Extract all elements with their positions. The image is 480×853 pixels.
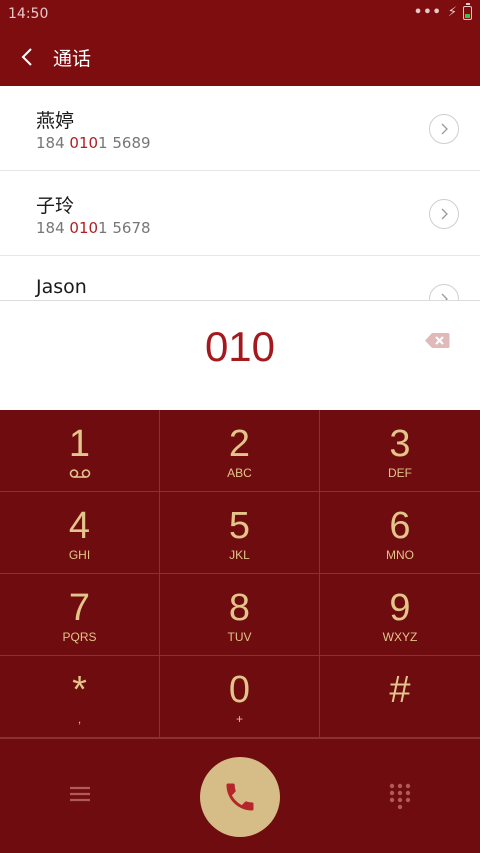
contact-detail-button[interactable]	[429, 114, 459, 144]
key-letters: PQRS	[62, 630, 97, 644]
chevron-left-icon[interactable]	[18, 44, 38, 70]
phone-icon	[226, 783, 254, 811]
contact-number: 184 0101 5689	[36, 134, 151, 152]
key-digit: 4	[68, 505, 91, 547]
key-digit: 7	[68, 587, 91, 629]
contact-results-list: 燕婷 184 0101 5689 子玲 184 0101 5678 Jason	[0, 86, 480, 301]
key-1[interactable]: 1	[0, 410, 160, 492]
key-7[interactable]: 7 PQRS	[0, 574, 160, 656]
key-digit: 9	[389, 587, 411, 629]
key-letters: MNO	[386, 548, 414, 562]
key-letters: JKL	[229, 548, 250, 562]
key-hash[interactable]: #	[320, 656, 480, 738]
battery-icon	[463, 2, 472, 20]
voicemail-icon	[69, 469, 91, 478]
key-3[interactable]: 3 DEF	[320, 410, 480, 492]
dial-display: 010	[0, 300, 480, 410]
contact-detail-button[interactable]	[429, 199, 459, 229]
key-digit: 5	[228, 505, 251, 547]
contact-detail-button[interactable]	[429, 284, 459, 301]
menu-icon[interactable]	[69, 785, 91, 803]
contact-name: 子玲	[36, 195, 75, 217]
key-5[interactable]: 5 JKL	[160, 492, 320, 574]
keypad-icon[interactable]	[389, 783, 411, 809]
key-2[interactable]: 2 ABC	[160, 410, 320, 492]
status-time: 14:50	[8, 6, 49, 22]
key-digit: 2	[228, 423, 251, 465]
key-digit: 6	[389, 505, 411, 547]
key-9[interactable]: 9 WXYZ	[320, 574, 480, 656]
key-digit: 0	[228, 669, 251, 711]
contact-number: 184 0101 5678	[36, 219, 151, 237]
key-0[interactable]: 0 +	[160, 656, 320, 738]
key-letters: WXYZ	[382, 630, 418, 644]
key-letters: GHI	[68, 548, 91, 562]
chevron-right-icon	[441, 123, 448, 135]
contact-name: Jason	[36, 276, 87, 298]
key-digit: #	[389, 669, 411, 711]
dialed-number: 010	[204, 323, 276, 370]
backspace-icon[interactable]	[424, 332, 450, 349]
key-digit: 8	[228, 587, 251, 629]
key-star[interactable]: * ,	[0, 656, 160, 738]
status-bar: 14:50 ••• ⚡	[0, 0, 480, 28]
call-button[interactable]	[200, 757, 280, 837]
more-dots-icon: •••	[413, 5, 442, 20]
key-letters: ,	[77, 712, 82, 726]
key-6[interactable]: 6 MNO	[320, 492, 480, 574]
dial-keypad: 1 2 ABC 3 DEF 4 GHI 5 JKL 6 MNO 7 PQRS 8…	[0, 410, 480, 738]
contact-name: 燕婷	[36, 110, 75, 132]
chevron-right-icon	[441, 208, 448, 220]
key-8[interactable]: 8 TUV	[160, 574, 320, 656]
key-digit: 1	[68, 423, 91, 465]
key-digit: 3	[389, 423, 411, 465]
key-letters: +	[235, 712, 243, 726]
app-header: 通话	[0, 28, 480, 86]
charging-icon: ⚡	[447, 5, 457, 20]
key-letters: ABC	[227, 466, 252, 480]
page-title: 通话	[53, 48, 92, 70]
contact-row[interactable]: Jason	[0, 256, 480, 301]
key-letters: TUV	[227, 630, 252, 644]
contact-row[interactable]: 子玲 184 0101 5678	[0, 171, 480, 256]
key-4[interactable]: 4 GHI	[0, 492, 160, 574]
key-digit: *	[72, 669, 87, 711]
bottom-action-bar	[0, 738, 480, 853]
contact-row[interactable]: 燕婷 184 0101 5689	[0, 86, 480, 171]
key-letters: DEF	[388, 466, 412, 480]
